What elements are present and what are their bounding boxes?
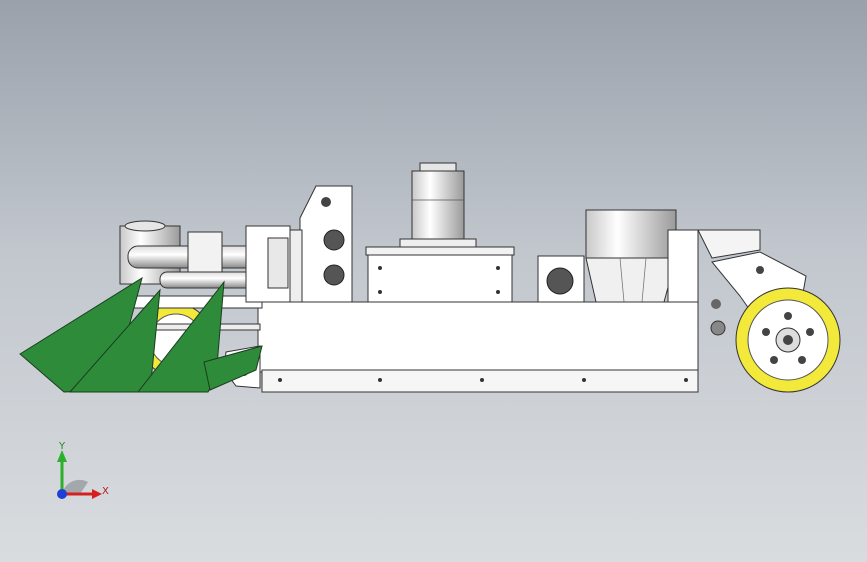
center-housing[interactable] [365, 246, 515, 304]
vertical-bracket[interactable] [289, 185, 353, 303]
main-chassis[interactable] [223, 301, 699, 393]
top-motor[interactable] [399, 162, 477, 248]
axis-triad [57, 450, 102, 499]
x-arrowhead-icon [92, 489, 102, 499]
robot-assembly-model[interactable] [0, 0, 867, 562]
green-blades[interactable] [19, 276, 263, 393]
hopper[interactable] [585, 209, 677, 303]
y-axis-label: Y [59, 441, 66, 452]
rear-wheel[interactable] [735, 287, 841, 393]
z-axis-dot-icon [57, 489, 67, 499]
cad-graphics-area[interactable]: Y X [0, 0, 867, 562]
x-axis-label: X [102, 486, 109, 497]
side-plate[interactable] [537, 255, 585, 303]
